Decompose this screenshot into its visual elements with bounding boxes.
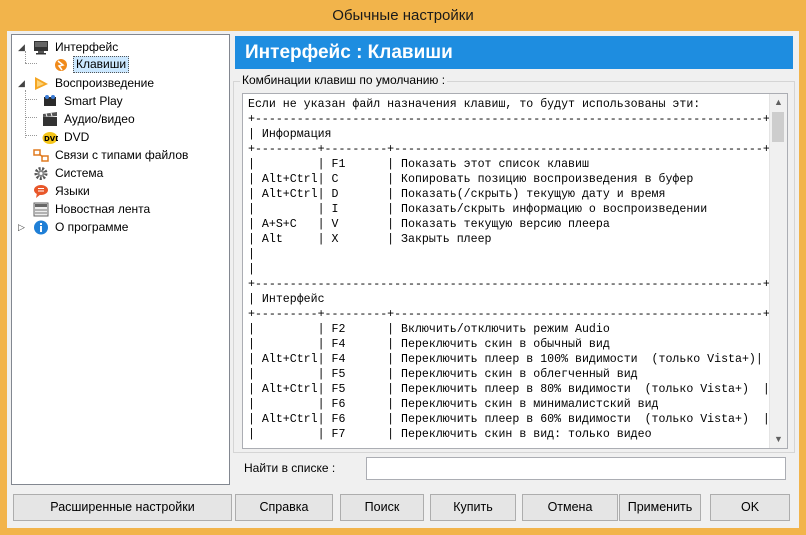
keys-list-line: | Alt+Ctrl| F4 | Переключить плеер в 100… (248, 353, 763, 366)
keys-list-line: | | F5 | Переключить скин в облегченный … (248, 368, 777, 381)
tree-item-label: Клавиши (73, 56, 130, 73)
keys-list-line: | | F1 | Показать этот список клавиш | (248, 158, 777, 171)
keys-list-line: Если не указан файл назначения клавиш, т… (248, 98, 701, 111)
tree-item-label: Аудио/видео (64, 112, 135, 126)
advanced-settings-button[interactable]: Расширенные настройки (13, 494, 232, 521)
keys-list-line: | Alt+Ctrl| D | Показать(/скрыть) текущу… (248, 188, 777, 201)
keys-list-line: | Alt+Ctrl| F5 | Переключить плеер в 80%… (248, 383, 770, 396)
info-icon (34, 220, 48, 235)
keys-list-line: | Информация | (248, 128, 777, 141)
keys-list-line: | | I | Показать/скрыть информацию о вос… (248, 203, 777, 216)
help-button[interactable]: Справка (235, 494, 333, 521)
buy-button[interactable]: Купить (430, 494, 516, 521)
apply-button[interactable]: Применить (619, 494, 701, 521)
tree-item-label: Интерфейс (55, 40, 119, 54)
keys-list-line: | | F6 | Переключить скин в минималистск… (248, 398, 777, 411)
keys-list-line: | | F7 | Переключить скин в вид: только … (248, 428, 777, 441)
keys-list-line: | | (248, 263, 777, 276)
keys-list-textbox[interactable]: Если не указан файл назначения клавиш, т… (242, 93, 788, 449)
dvd-icon: DVD (42, 132, 58, 144)
keys-list-text: Если не указан файл назначения клавиш, т… (248, 97, 777, 442)
scroll-down-icon[interactable]: ▼ (770, 431, 787, 448)
tree-item-label: Связи с типами файлов (55, 148, 189, 162)
speech-bubble-icon (34, 185, 48, 198)
svg-text:DVD: DVD (44, 135, 58, 143)
default-keys-group: Комбинации клавиш по умолчанию : Если не… (233, 73, 795, 453)
news-icon (33, 202, 49, 217)
keys-list-line: +---------+---------+-------------------… (248, 143, 770, 156)
gear-icon (34, 167, 48, 180)
clapperboard-icon (43, 112, 57, 126)
page-title: Интерфейс : Клавиши (235, 36, 793, 69)
tree-item-label: Воспроизведение (55, 76, 155, 90)
monitor-icon (34, 41, 48, 55)
hotkey-icon (55, 59, 67, 71)
keys-list-line: | Alt+Ctrl| F6 | Переключить плеер в 60%… (248, 413, 770, 426)
keys-list-line: | | F2 | Включить/отключить режим Audio … (248, 323, 777, 336)
expand-about-icon[interactable]: ▷ (18, 223, 27, 232)
expand-interface-icon[interactable]: ◢ (18, 43, 27, 52)
link-icon (33, 149, 49, 162)
scroll-thumb[interactable] (772, 112, 784, 142)
tree-item-label: Языки (55, 184, 90, 198)
tree-item-label: Система (55, 166, 104, 180)
search-button[interactable]: Поиск (340, 494, 424, 521)
play-icon (35, 77, 48, 90)
settings-tree[interactable]: ◢ Интерфейс Клавиши ◢ Воспроизведение Sm… (11, 34, 230, 485)
tree-item-label: Новостная лента (55, 202, 151, 216)
find-label: Найти в списке : (244, 461, 336, 475)
keys-list-line: | Интерфейс | (248, 293, 777, 306)
keys-list-line: | A+S+C | V | Показать текущую версию пл… (248, 218, 777, 231)
tree-item-label: О программе (55, 220, 129, 234)
ok-button[interactable]: OK (710, 494, 790, 521)
window-title: Обычные настройки (332, 7, 474, 24)
keys-list-line: | Alt | X | Закрыть плеер | (248, 233, 777, 246)
keys-list-line: | | F4 | Переключить скин в обычный вид … (248, 338, 777, 351)
keys-list-line: +---------------------------------------… (248, 278, 770, 291)
cancel-button[interactable]: Отмена (522, 494, 618, 521)
group-title: Комбинации клавиш по умолчанию : (240, 73, 448, 87)
tree-item-label: DVD (64, 130, 90, 144)
scroll-up-icon[interactable]: ▲ (770, 94, 787, 111)
expand-playback-icon[interactable]: ◢ (18, 79, 27, 88)
keys-list-line: | Alt+Ctrl| C | Копировать позицию воспр… (248, 173, 777, 186)
keys-list-line: +---------+---------+-------------------… (248, 308, 770, 321)
smart-play-icon (44, 95, 56, 106)
keys-list-line: | | (248, 248, 777, 261)
dialog-client: ◢ Интерфейс Клавиши ◢ Воспроизведение Sm… (7, 31, 799, 528)
vertical-scrollbar[interactable]: ▲ ▼ (769, 94, 787, 448)
keys-list-line: +---------------------------------------… (248, 113, 770, 126)
settings-window: Обычные настройки ◢ Интерфейс Клавиши ◢ (0, 0, 806, 535)
tree-item-label: Smart Play (64, 94, 123, 108)
find-input[interactable] (366, 457, 786, 480)
